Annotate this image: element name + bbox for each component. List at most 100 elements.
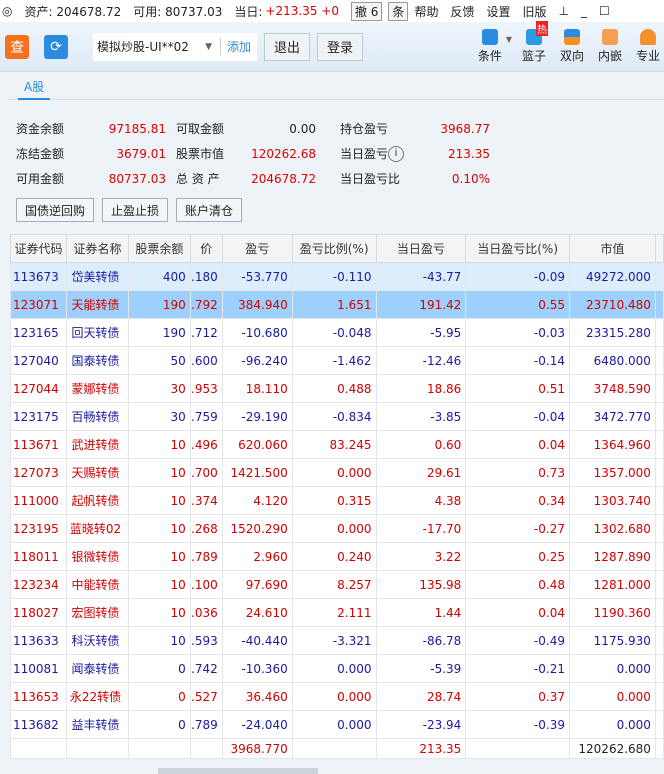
refresh-icon[interactable]: ⟳ [44, 34, 68, 59]
table-cell: 0.55 [465, 290, 570, 319]
column-header[interactable]: 价 [189, 234, 223, 263]
table-cell: 1303.740 [568, 486, 656, 515]
help-menu[interactable]: 帮助 [414, 3, 438, 20]
logout-button[interactable]: 退出 [264, 32, 311, 61]
table-cell: .374 [189, 486, 223, 515]
table-row[interactable]: 123195 蓝晓转02 10.268 1520.290 0.000 -17.70 -0.2… [10, 514, 664, 543]
column-header[interactable]: 市值 [568, 234, 656, 263]
cash-value: 97185.81 [108, 121, 166, 136]
table-row[interactable]: 110081 闻泰转债 0.742 -10.360 0.000 -5.39 -0.21 0.0… [10, 654, 664, 683]
account-select[interactable]: 模拟炒股-UI**02 ▼ 添加 [93, 32, 257, 61]
table-cell: 97.690 [221, 570, 293, 599]
clear-account-button[interactable]: 账户清仓 [176, 198, 243, 222]
table-cell: 蒙娜转债 [65, 374, 129, 403]
table-row[interactable]: 127073 天赐转债 10.700 1421.500 0.000 29.61 0.73 13… [10, 458, 664, 487]
table-cell: -0.49 [465, 626, 570, 655]
search-button[interactable]: 查 [5, 34, 29, 59]
table-cell: -10.680 [221, 318, 293, 347]
table-cell: -0.09 [465, 262, 570, 291]
table-cell: 4.38 [375, 486, 467, 515]
reverse-repo-button[interactable]: 国债逆回购 [16, 198, 95, 222]
feedback-menu[interactable]: 反馈 [450, 3, 474, 20]
table-cell: 29.61 [375, 458, 467, 487]
table-row[interactable]: 111000 起帆转债 10.374 4.120 0.315 4.38 0.34 1303.7… [10, 486, 664, 515]
table-cell: .268 [189, 514, 223, 543]
table-cell: 0.48 [465, 570, 570, 599]
column-header[interactable]: 当日盈亏比(%) [465, 234, 570, 263]
table-row[interactable]: 123071 天能转债 190.792 384.940 1.651 191.42 0.55 2… [10, 290, 664, 319]
table-cell: 36.460 [221, 682, 293, 711]
login-button[interactable]: 登录 [317, 32, 364, 61]
pro-tool[interactable]: 专业 [632, 29, 664, 64]
pin-icon[interactable]: ⊥ [559, 4, 569, 18]
column-header[interactable]: 盈亏 [221, 234, 293, 263]
table-cell: 191.42 [375, 290, 467, 319]
tiao-button[interactable]: 条 [388, 1, 409, 21]
table-row[interactable]: 123165 回天转债 190.712 -10.680 -0.048 -5.95 -0.03… [10, 318, 664, 347]
column-header[interactable]: 盈亏比例(%) [291, 234, 377, 263]
table-cell: -96.240 [221, 346, 293, 375]
hot-badge: 热 [536, 21, 548, 36]
table-cell: 0.000 [568, 682, 656, 711]
embedded-tool[interactable]: 内嵌 [594, 29, 626, 64]
table-row[interactable]: 113633 科沃转债 10.593 -40.440 -3.321 -86.78 -0.49… [10, 626, 664, 655]
condition-tool[interactable]: 条件 [474, 29, 506, 64]
settings-menu[interactable]: 设置 [486, 3, 510, 20]
table-row[interactable]: 118027 宏图转债 10.036 24.610 2.111 1.44 0.04 1190.… [10, 598, 664, 627]
add-account-button[interactable]: 添加 [219, 38, 257, 55]
tab-a-shares[interactable]: A股 [18, 78, 51, 100]
table-cell: 0.000 [291, 514, 377, 543]
horizontal-scrollbar[interactable] [158, 768, 318, 774]
table-cell: 1190.360 [568, 598, 656, 627]
table-row[interactable]: 113653 永22转债 0.527 36.460 0.000 28.74 0.37 0.00… [10, 682, 664, 711]
table-cell: 123175 [10, 402, 67, 431]
table-cell: 3748.590 [568, 374, 656, 403]
maximize-icon[interactable]: ☐ [599, 4, 610, 18]
bidirectional-tool[interactable]: 双向 [556, 29, 588, 64]
table-row[interactable]: 113671 武进转债 10.496 620.060 83.245 0.60 0.04 136… [10, 430, 664, 459]
table-row[interactable]: 118011 银微转债 10.789 2.960 0.240 3.22 0.25 1287.8… [10, 542, 664, 571]
tool-label: 双向 [559, 49, 584, 63]
table-row[interactable]: 113682 益丰转债 0.789 -24.040 0.000 -23.94 -0.39 0.… [10, 710, 664, 739]
minimize-icon[interactable]: _ [581, 4, 587, 18]
label: 可用金额 [16, 172, 65, 186]
table-row[interactable]: 123234 中能转债 10.100 97.690 8.257 135.98 0.48 128… [10, 570, 664, 599]
info-icon[interactable]: i [388, 145, 404, 162]
mv-value: 120262.68 [251, 146, 316, 161]
basket-tool[interactable]: 热篮子 [518, 21, 550, 64]
table-cell: -1.462 [291, 346, 377, 375]
table-cell: 127040 [10, 346, 67, 375]
table-cell: 0.73 [465, 458, 570, 487]
column-header[interactable]: 当日盈亏 [375, 234, 467, 263]
table-cell: 118011 [10, 542, 67, 571]
table-cell: 0.000 [568, 654, 656, 683]
table-cell: 1281.000 [568, 570, 656, 599]
old-version-menu[interactable]: 旧版 [522, 3, 546, 20]
column-header[interactable]: 证券代码 [10, 234, 67, 263]
table-row[interactable]: 127044 蒙娜转债 30.953 18.110 0.488 18.86 0.51 3748… [10, 374, 664, 403]
today-value: +213.35 +0 [265, 4, 339, 18]
table-row[interactable]: 123175 百畅转债 30.759 -29.190 -0.834 -3.85 -0.04 3… [10, 402, 664, 431]
eye-icon[interactable]: ◎ [2, 4, 12, 18]
chevron-down-icon[interactable]: ▼ [506, 35, 512, 44]
table-cell: -0.110 [291, 262, 377, 291]
table-cell: .712 [189, 318, 223, 347]
table-cell: 400 [127, 262, 191, 291]
table-cell: 1357.000 [568, 458, 656, 487]
table-cell: 0.37 [465, 682, 570, 711]
table-cell: -12.46 [375, 346, 467, 375]
column-header[interactable]: 股票余额 [127, 234, 191, 263]
day-pl-value: 213.35 [448, 146, 490, 161]
table-cell: 3472.770 [568, 402, 656, 431]
table-cell: -86.78 [375, 626, 467, 655]
table-cell: -0.03 [465, 318, 570, 347]
total-value: 204678.72 [251, 171, 316, 186]
column-header[interactable]: 证券名称 [65, 234, 129, 263]
stop-button[interactable]: 止盈止损 [102, 198, 169, 222]
table-row[interactable]: 127040 国泰转债 50.600 -96.240 -1.462 -12.46 -0.14… [10, 346, 664, 375]
day-ratio-value: 0.10% [451, 171, 490, 186]
table-row[interactable]: 113673 岱美转债 400.180 -53.770 -0.110 -43.77 -0.0… [10, 262, 664, 291]
cancel-button[interactable]: 撤 6 [350, 1, 383, 21]
avail-value: 80737.03 [108, 171, 166, 186]
table-cell: -40.440 [221, 626, 293, 655]
